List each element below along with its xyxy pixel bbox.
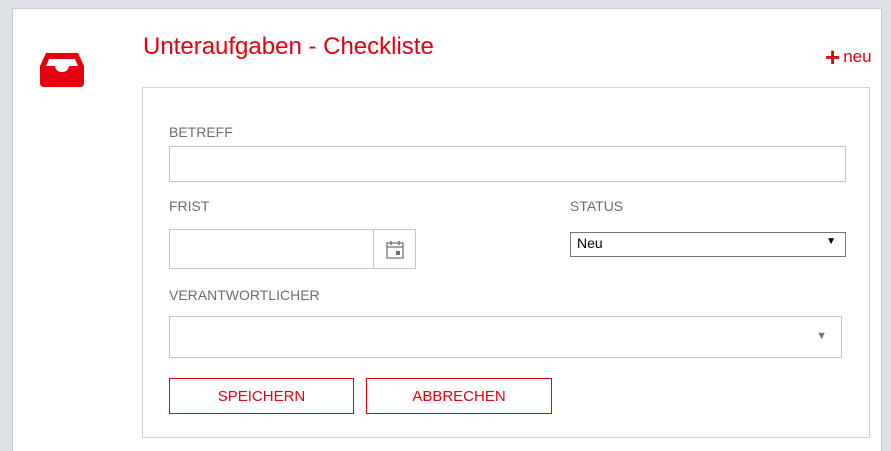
calendar-icon bbox=[385, 240, 404, 259]
responsible-label: VERANTWORTLICHER bbox=[169, 287, 320, 303]
subject-input[interactable] bbox=[169, 146, 846, 182]
status-select[interactable]: Neu ▼ bbox=[570, 232, 846, 257]
new-subtask-link[interactable]: + neu bbox=[825, 42, 872, 72]
deadline-input[interactable] bbox=[169, 229, 374, 269]
subject-label: BETREFF bbox=[169, 124, 233, 140]
subtasks-panel: Unteraufgaben - Checkliste + neu BETREFF… bbox=[12, 8, 882, 451]
inbox-tray-icon bbox=[40, 53, 84, 87]
chevron-down-icon: ▼ bbox=[826, 236, 836, 247]
responsible-select[interactable]: ▼ bbox=[169, 316, 842, 358]
subtask-form: BETREFF FRIST STATUS Neu ▼ VERANTWORTLIC… bbox=[142, 87, 870, 438]
chevron-down-icon: ▼ bbox=[816, 330, 827, 342]
deadline-label: FRIST bbox=[169, 198, 210, 214]
status-label: STATUS bbox=[570, 198, 624, 214]
save-button[interactable]: SPEICHERN bbox=[169, 378, 354, 414]
new-label: neu bbox=[843, 47, 872, 66]
page-title: Unteraufgaben - Checkliste bbox=[143, 33, 434, 60]
status-selected-value: Neu bbox=[577, 235, 603, 251]
calendar-button[interactable] bbox=[373, 229, 416, 269]
cancel-button[interactable]: ABBRECHEN bbox=[366, 378, 552, 414]
plus-icon: + bbox=[825, 42, 841, 72]
